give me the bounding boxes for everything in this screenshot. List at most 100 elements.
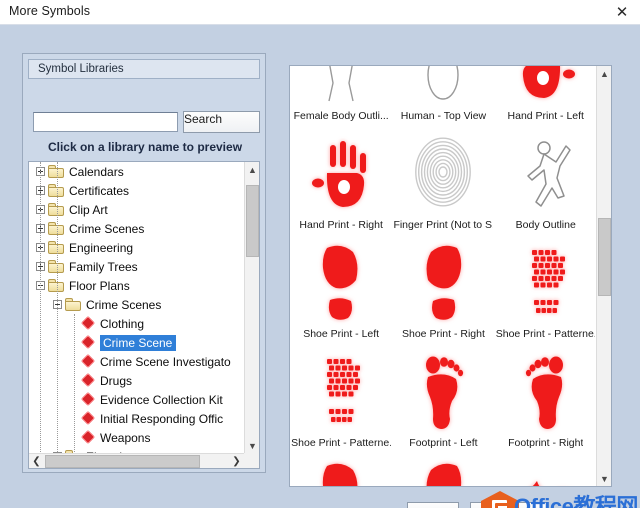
preview-scroll-up-icon[interactable]: ▲ [597,66,611,81]
symbol-cell[interactable]: Human - Top View [392,66,494,131]
library-icon [82,431,95,444]
symbol-label: Shoe Print - Left [303,328,380,340]
symbol-label: Shoe Print - Right [402,328,485,340]
symbol-cell[interactable]: Footprint - Left [392,349,494,458]
tree-scroll-left-icon[interactable]: ❮ [29,454,44,468]
folder-icon [48,241,64,254]
tree-item-label: Clothing [100,316,145,331]
preview-vscroll-thumb[interactable] [598,218,611,296]
tree-item-label: Engineering [69,240,134,255]
tree-item-weapons[interactable]: Weapons [29,428,244,447]
ok-button[interactable]: OK [407,502,459,508]
symbol-row [290,458,595,486]
library-hint-text: Click on a library name to preview [47,140,243,154]
symbol-label: Hand Print - Left [507,110,584,122]
symbol-cell[interactable]: Shoe Print - Right [392,240,494,349]
symbol-cell[interactable]: Shoe Print - Patterne... [290,349,392,458]
symbol-cell[interactable]: Body Outline [495,131,595,240]
tree-item-certificates[interactable]: Certificates [29,181,244,200]
symbol-libraries-header: Symbol Libraries [28,59,260,79]
tree-vertical-scrollbar[interactable]: ▲ ▼ [244,162,259,453]
shoe-print-left-icon [290,240,392,328]
symbol-row: Shoe Print - Left Shoe Print - Right Shoe … [290,240,595,349]
tree-item-crime-scenes[interactable]: Crime Scenes [29,219,244,238]
tree-item-label: Certificates [69,183,130,198]
tree-item-clothing[interactable]: Clothing [29,314,244,333]
symbol-cell[interactable]: Shoe Print - Patterne... [495,240,595,349]
tree-scroll-down-icon[interactable]: ▼ [245,438,259,453]
tree-item-label: Crime Scenes [86,297,162,312]
footprint-left-icon [392,349,494,437]
symbol-cell[interactable]: Finger Print (Not to S... [392,131,494,240]
cancel-button[interactable]: Cancel [470,502,548,508]
hand-print-right-icon [290,131,392,219]
tree-scroll-right-icon[interactable]: ❯ [229,454,244,468]
shoe-print-right-icon [392,240,494,328]
footprint-right-icon [495,349,595,437]
tree-item-initial-responding-offic[interactable]: Initial Responding Offic [29,409,244,428]
symbol-label: Shoe Print - Patterne... [291,437,392,449]
tree-item-calendars[interactable]: Calendars [29,162,244,181]
tree-guide-line [57,162,58,454]
body-outline-icon [495,131,595,219]
symbol-cell[interactable]: Footprint - Right [495,349,595,458]
symbol-cell[interactable] [392,458,494,486]
tree-guide-line [74,314,75,454]
preview-vertical-scrollbar[interactable]: ▲ ▼ [596,66,611,486]
symbol-cell[interactable]: Female Body Outli... [290,66,392,131]
folder-icon [48,260,64,273]
symbol-cell[interactable] [290,458,392,486]
finger-print-icon [392,131,494,219]
symbol-cell[interactable] [495,458,595,486]
tree-hscroll-thumb[interactable] [45,455,200,468]
tree-item-label: Clip Art [69,202,108,217]
symbol-label: Female Body Outli... [293,110,389,122]
tree-item-label: Crime Scene [100,334,177,351]
symbol-cell[interactable]: Shoe Print - Left [290,240,392,349]
tree-item-engineering[interactable]: Engineering [29,238,244,257]
folder-icon [48,184,64,197]
preview-scroll-down-icon[interactable]: ▼ [597,471,611,486]
tree-horizontal-scrollbar[interactable]: ❮ ❯ [29,453,244,468]
shoe-print-patterned-a-icon [495,240,595,328]
tree-item-crime-scenes[interactable]: Crime Scenes [29,295,244,314]
symbol-preview-pane: Female Body Outli... Human - Top View Hand… [289,65,612,487]
folder-icon [65,298,81,311]
tree-item-crime-scene-investigato[interactable]: Crime Scene Investigato [29,352,244,371]
symbol-cell[interactable]: Hand Print - Right [290,131,392,240]
tree-scroll-up-icon[interactable]: ▲ [245,162,259,177]
search-button[interactable]: Search [183,111,260,133]
symbol-cell[interactable]: Hand Print - Left [495,66,595,131]
search-input[interactable] [33,112,178,132]
tree-item-label: Evidence Collection Kit [100,392,223,407]
library-icon [82,355,95,368]
symbol-label: Body Outline [515,219,576,231]
symbol-row: Shoe Print - Patterne... Footprint - Left… [290,349,595,458]
symbol-preview-clip: Female Body Outli... Human - Top View Hand… [290,66,595,486]
blood-splatter-icon [495,458,595,486]
folder-icon [48,165,64,178]
more-symbols-dialog: More Symbols ✕ Symbol Libraries Search C… [0,0,640,508]
library-icon [82,412,95,425]
close-icon[interactable]: ✕ [611,2,633,22]
tree-item-evidence-collection-kit[interactable]: Evidence Collection Kit [29,390,244,409]
library-tree: Calendars Certificates Clip Art Crime Scene… [28,161,260,469]
tree-item-family-trees[interactable]: Family Trees [29,257,244,276]
tree-item-drugs[interactable]: Drugs [29,371,244,390]
symbol-label: Footprint - Left [409,437,478,449]
symbol-label: Hand Print - Right [299,219,383,231]
tree-item-floor-plans[interactable]: Floor Plans [29,276,244,295]
library-icon [82,336,95,349]
library-icon [82,374,95,387]
symbol-libraries-pane: Symbol Libraries Search Click on a libra… [22,53,266,473]
symbol-label: Footprint - Right [508,437,584,449]
tree-vscroll-thumb[interactable] [246,185,259,257]
tree-item-crime-scene[interactable]: Crime Scene [29,333,244,352]
tree-item-label: Weapons [100,430,151,445]
tree-scroll-corner [244,453,259,468]
tree-item-clip-art[interactable]: Clip Art [29,200,244,219]
folder-icon [48,222,64,235]
shoe-print-patterned-b-icon [290,349,392,437]
symbol-row: Female Body Outli... Human - Top View Hand… [290,66,595,131]
human-top-view-icon [392,66,494,110]
